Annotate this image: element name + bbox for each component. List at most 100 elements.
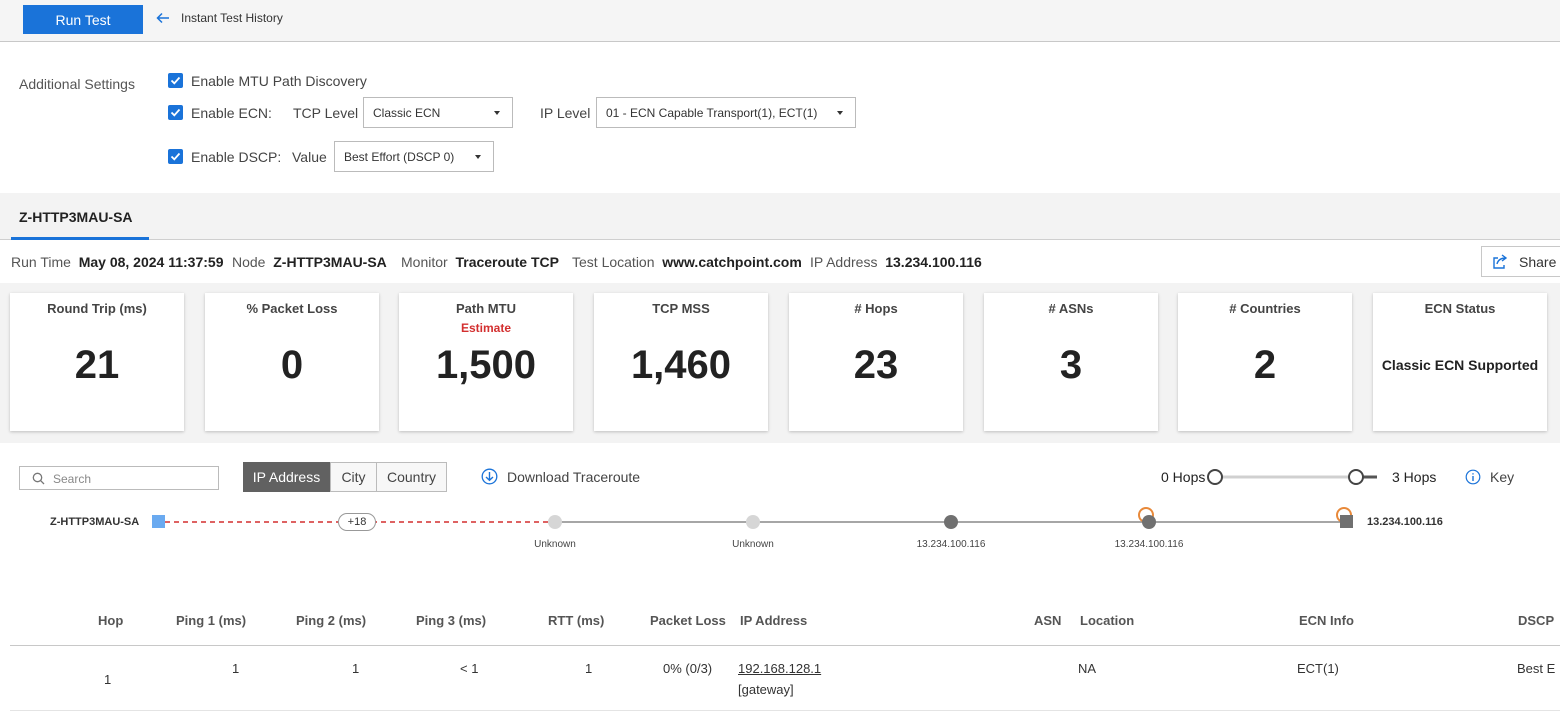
metric-card-hops: # Hops 23: [789, 293, 963, 431]
metric-value: 3: [1059, 343, 1083, 387]
dscp-value: Best Effort (DSCP 0): [344, 150, 455, 164]
metric-title: TCP MSS: [652, 301, 710, 316]
cell-rtt: 1: [585, 661, 593, 676]
hop-label: Unknown: [732, 539, 774, 550]
additional-settings-label: Additional Settings: [19, 76, 135, 92]
metric-title: ECN Status: [1424, 301, 1496, 316]
hop-node[interactable]: [1142, 515, 1156, 529]
node-tab-strip: Z-HTTP3MAU-SA: [0, 193, 1560, 240]
slider-handle-min[interactable]: [1207, 469, 1223, 485]
hop-label: Unknown: [534, 539, 576, 550]
caret-down-icon: [475, 155, 481, 159]
dscp-value-label: Value: [292, 149, 327, 165]
search-placeholder: Search: [53, 472, 92, 486]
cell-location: NA: [1078, 661, 1097, 676]
key-button[interactable]: Key: [1465, 469, 1514, 485]
table-header-divider: [10, 645, 1560, 646]
table-row-divider: [10, 710, 1560, 711]
col-header-ip-address[interactable]: IP Address: [740, 613, 807, 628]
metric-value: 2: [1253, 343, 1277, 387]
test-location-label: Test Location: [572, 254, 655, 270]
metric-title: Round Trip (ms): [47, 301, 147, 316]
dscp-value-select[interactable]: Best Effort (DSCP 0): [334, 141, 494, 172]
ip-address-info: IP Address 13.234.100.116: [810, 254, 982, 270]
dscp-checkbox[interactable]: [168, 149, 183, 164]
dscp-label: Enable DSCP:: [191, 149, 282, 165]
metric-title: # Hops: [854, 301, 898, 316]
metric-card-tcp-mss: TCP MSS 1,460: [594, 293, 768, 431]
metric-value: 0: [280, 343, 304, 387]
hop-node[interactable]: [944, 515, 958, 529]
hops-range-slider[interactable]: [1205, 467, 1385, 487]
slider-handle-max[interactable]: [1348, 469, 1364, 485]
key-label: Key: [1490, 469, 1515, 485]
tab-z-http3mau-sa[interactable]: Z-HTTP3MAU-SA: [11, 193, 149, 240]
col-header-asn[interactable]: ASN: [1034, 613, 1061, 628]
history-label: Instant Test History: [181, 11, 283, 25]
mtu-label: Enable MTU Path Discovery: [191, 73, 367, 89]
metric-value: 23: [853, 343, 899, 387]
hops-min-label: 0 Hops: [1161, 469, 1206, 485]
tcp-level-value: Classic ECN: [373, 106, 441, 120]
ip-level-select[interactable]: 01 - ECN Capable Transport(1), ECT(1): [596, 97, 856, 128]
hop-label: 13.234.100.116: [916, 539, 986, 550]
node-label: Node: [232, 254, 266, 270]
test-location-info: Test Location www.catchpoint.com: [572, 254, 802, 270]
cell-dscp: Best E: [1517, 661, 1556, 676]
metric-value: Classic ECN Supported: [1381, 357, 1539, 373]
collapsed-hops-badge[interactable]: +18: [338, 513, 376, 531]
mtu-checkbox[interactable]: [168, 73, 183, 88]
metric-title: # Countries: [1229, 301, 1301, 316]
info-icon: [1465, 469, 1481, 485]
node-value: Z-HTTP3MAU-SA: [273, 254, 387, 270]
segment-city[interactable]: City: [330, 462, 377, 492]
cell-ip-link[interactable]: 192.168.128.1: [738, 661, 821, 676]
checkmark-icon: [170, 108, 181, 117]
hop-node-unknown[interactable]: [548, 515, 562, 529]
col-header-ping3[interactable]: Ping 3 (ms): [416, 613, 486, 628]
share-button[interactable]: Share: [1481, 246, 1560, 277]
search-icon: [32, 472, 45, 485]
top-toolbar: Run Test Instant Test History: [0, 0, 1560, 42]
col-header-location[interactable]: Location: [1080, 613, 1134, 628]
hop-node-unknown[interactable]: [746, 515, 760, 529]
col-header-packet-loss[interactable]: Packet Loss: [650, 613, 726, 628]
ecn-checkbox[interactable]: [168, 105, 183, 120]
download-traceroute-button[interactable]: Download Traceroute: [481, 468, 640, 485]
node-info: Node Z-HTTP3MAU-SA: [232, 254, 387, 270]
ip-address-label: IP Address: [810, 254, 878, 270]
source-node[interactable]: [152, 515, 165, 528]
checkmark-icon: [170, 152, 181, 161]
metric-subtitle: Estimate: [460, 321, 512, 335]
col-header-hop[interactable]: Hop: [98, 613, 123, 628]
instant-test-history-link[interactable]: Instant Test History: [155, 10, 283, 26]
cell-ecn-info: ECT(1): [1297, 661, 1339, 676]
checkmark-icon: [170, 76, 181, 85]
segment-ip-address[interactable]: IP Address: [243, 462, 330, 492]
run-time-info: Run Time May 08, 2024 11:37:59: [11, 254, 223, 270]
cell-packet-loss: 0% (0/3): [663, 661, 713, 676]
col-header-ping2[interactable]: Ping 2 (ms): [296, 613, 366, 628]
col-header-rtt[interactable]: RTT (ms): [548, 613, 604, 628]
metric-card-packet-loss: % Packet Loss 0: [205, 293, 379, 431]
search-input[interactable]: Search: [19, 466, 219, 490]
metric-card-round-trip: Round Trip (ms) 21: [10, 293, 184, 431]
traceroute-path: [152, 507, 1353, 529]
col-header-ecn-info[interactable]: ECN Info: [1299, 613, 1354, 628]
download-label: Download Traceroute: [507, 468, 641, 485]
run-time-label: Run Time: [11, 254, 71, 270]
metric-title: % Packet Loss: [246, 301, 338, 316]
segment-country[interactable]: Country: [376, 462, 447, 492]
destination-node[interactable]: [1340, 515, 1353, 528]
tcp-level-label: TCP Level: [293, 105, 359, 121]
trace-destination-label: 13.234.100.116: [1367, 516, 1443, 528]
tcp-level-select[interactable]: Classic ECN: [363, 97, 513, 128]
arrow-left-icon: [156, 12, 169, 24]
cell-ping1: 1: [232, 661, 240, 676]
col-header-dscp[interactable]: DSCP: [1518, 613, 1554, 628]
ip-level-value: 01 - ECN Capable Transport(1), ECT(1): [606, 106, 818, 120]
run-test-button[interactable]: Run Test: [23, 5, 143, 34]
run-time-value: May 08, 2024 11:37:59: [78, 254, 224, 270]
col-header-ping1[interactable]: Ping 1 (ms): [176, 613, 246, 628]
metric-value: 1,460: [630, 343, 732, 387]
